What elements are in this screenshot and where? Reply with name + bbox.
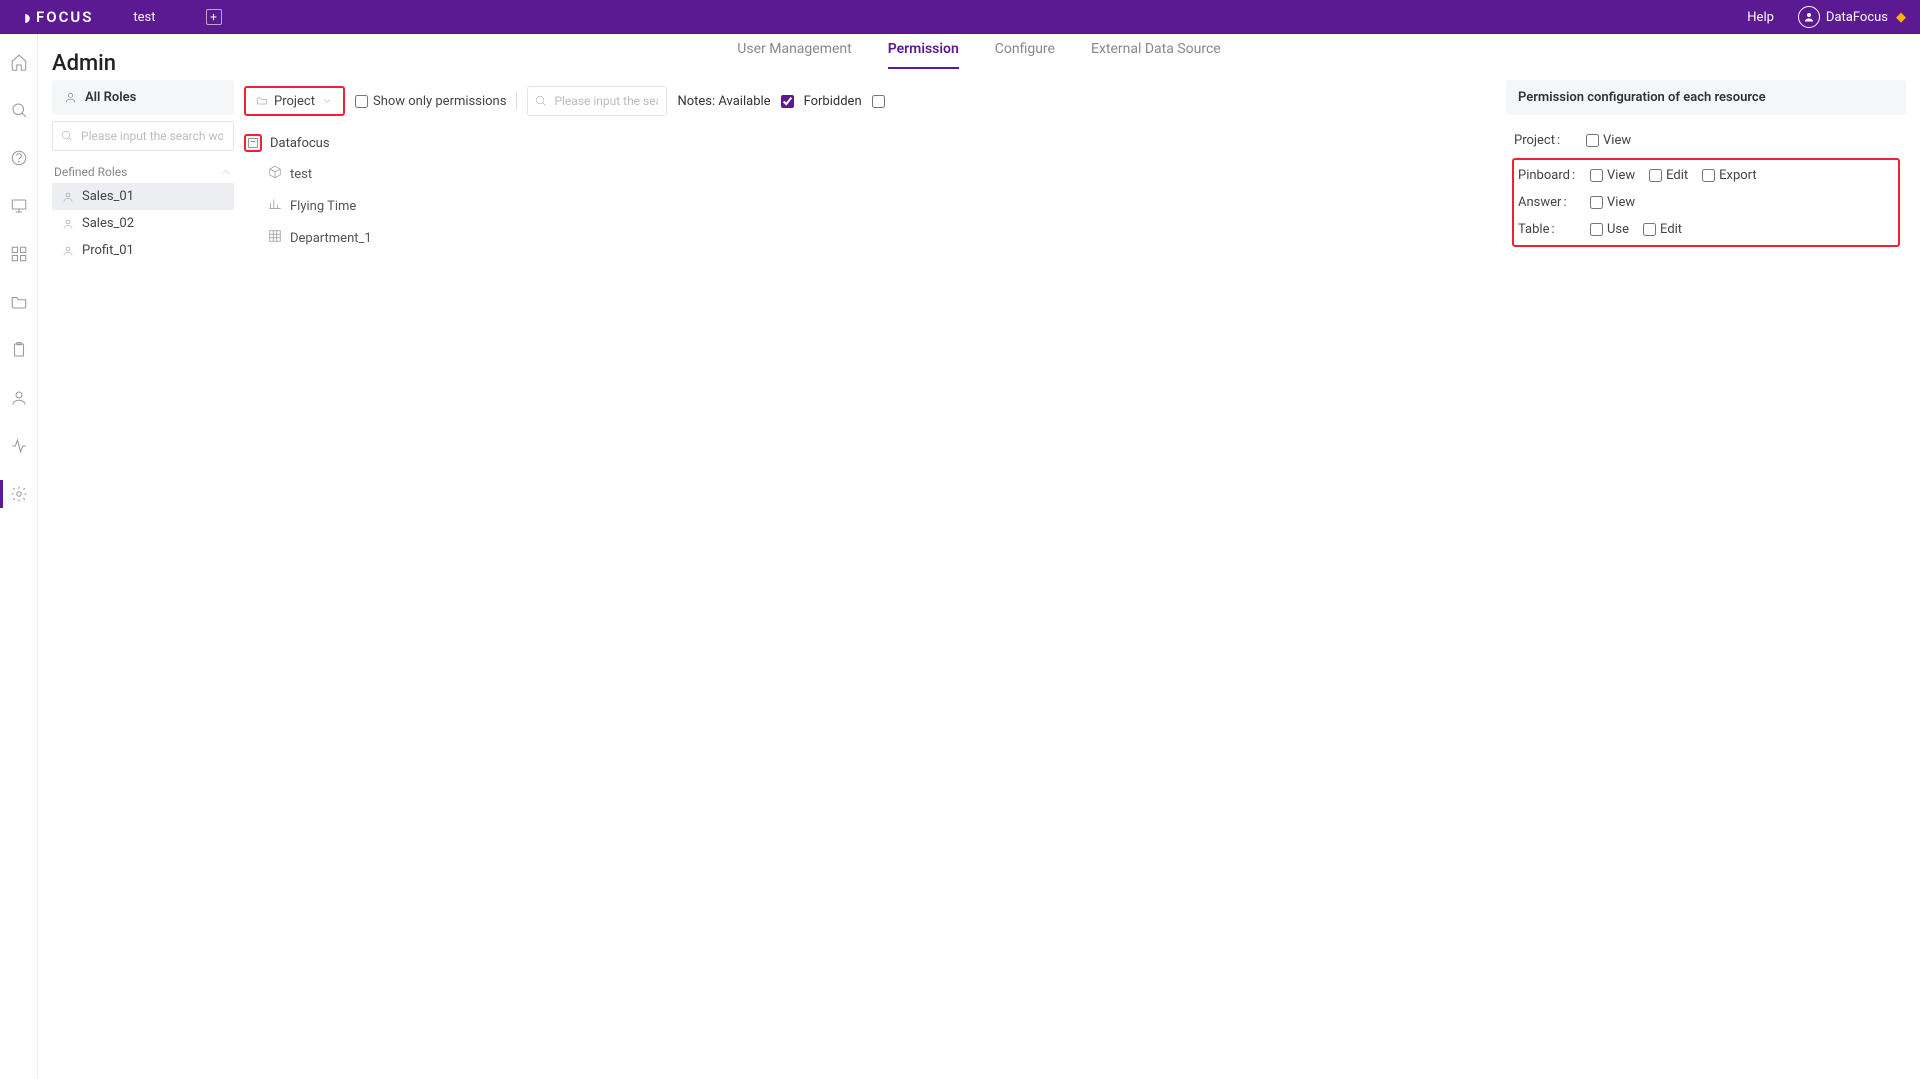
tree-search [527, 86, 667, 116]
tree-item[interactable]: test [244, 158, 1506, 190]
main-area: Admin User Management Permission Configure… [38, 34, 1920, 1079]
available-legend-checkbox [781, 95, 794, 108]
perm-row-project: Project View [1512, 127, 1900, 154]
perm-label: Answer [1518, 195, 1576, 210]
permission-column: Permission configuration of each resourc… [1506, 80, 1906, 264]
tree-item[interactable]: Department_1 [244, 222, 1506, 254]
rail-folder-icon[interactable] [9, 292, 29, 312]
notes-label: Notes: Available [677, 94, 770, 109]
perm-opt-view[interactable]: View [1590, 168, 1635, 183]
role-item[interactable]: Sales_01 [52, 183, 234, 210]
chevron-down-icon [321, 95, 333, 107]
perm-opt-edit[interactable]: Edit [1643, 222, 1682, 237]
tab-permission[interactable]: Permission [888, 41, 959, 69]
search-icon [534, 94, 547, 107]
rail-help-icon[interactable] [9, 148, 29, 168]
logo: FOCUS [14, 8, 93, 26]
folder-icon [256, 95, 268, 107]
page-title: Admin [52, 51, 116, 76]
role-item[interactable]: Profit_01 [52, 237, 234, 264]
perm-row-table: Table Use Edit [1516, 216, 1896, 243]
project-dropdown[interactable]: Project [244, 86, 345, 116]
left-rail [0, 34, 38, 1079]
add-tab-button[interactable]: + [206, 9, 222, 25]
rail-settings-icon[interactable] [9, 484, 29, 504]
collapse-toggle[interactable]: − [244, 134, 262, 152]
perm-label: Table [1518, 222, 1576, 237]
perm-label: Project [1514, 133, 1572, 148]
grid-icon [268, 229, 282, 247]
rail-activity-icon[interactable] [9, 436, 29, 456]
role-item[interactable]: Sales_02 [52, 210, 234, 237]
perm-opt-view[interactable]: View [1586, 133, 1631, 148]
show-only-permissions-checkbox[interactable]: Show only permissions [355, 94, 506, 109]
perm-opt-use[interactable]: Use [1590, 222, 1629, 237]
roles-search [52, 121, 234, 151]
forbidden-label: Forbidden [804, 94, 862, 109]
perm-opt-view[interactable]: View [1590, 195, 1635, 210]
rail-grid-icon[interactable] [9, 244, 29, 264]
tree-root-node[interactable]: − Datafocus [244, 128, 1506, 158]
rail-clipboard-icon[interactable] [9, 340, 29, 360]
tree-item[interactable]: Flying Time [244, 190, 1506, 222]
tab-user-management[interactable]: User Management [737, 41, 851, 69]
roles-group-header[interactable]: Defined Roles [52, 161, 234, 183]
resource-tree-column: Project Show only permissions Notes: Ava… [234, 80, 1506, 264]
rail-search-icon[interactable] [9, 100, 29, 120]
logo-text: FOCUS [36, 8, 93, 26]
username-label: DataFocus [1826, 10, 1888, 25]
rail-home-icon[interactable] [9, 52, 29, 72]
tab-configure[interactable]: Configure [995, 41, 1055, 69]
crown-icon: ◆ [1896, 10, 1906, 25]
roles-search-input[interactable] [52, 121, 234, 151]
cube-icon [268, 165, 282, 183]
tree-toolbar: Project Show only permissions Notes: Ava… [244, 80, 1506, 122]
perm-label: Pinboard [1518, 168, 1576, 183]
logo-icon [14, 8, 32, 26]
tree-search-input[interactable] [527, 86, 667, 116]
window-tab[interactable]: test [133, 10, 155, 25]
sub-nav: User Management Permission Configure Extern… [737, 34, 1220, 76]
rail-user-icon[interactable] [9, 388, 29, 408]
forbidden-legend-checkbox [872, 95, 885, 108]
help-link[interactable]: Help [1747, 10, 1774, 25]
top-bar: FOCUS test + Help DataFocus ◆ [0, 0, 1920, 34]
perm-row-pinboard: Pinboard View Edit Export [1516, 162, 1896, 189]
avatar-icon [1798, 6, 1820, 28]
tab-external-data-source[interactable]: External Data Source [1091, 41, 1221, 69]
chevron-up-icon [220, 166, 232, 178]
roles-header: All Roles [52, 80, 234, 115]
perm-opt-export[interactable]: Export [1702, 168, 1757, 183]
rail-present-icon[interactable] [9, 196, 29, 216]
user-menu[interactable]: DataFocus ◆ [1798, 6, 1906, 28]
roles-column: All Roles Defined Roles Sales_01Sales_02… [52, 80, 234, 264]
perm-opt-edit[interactable]: Edit [1649, 168, 1688, 183]
resource-tree: − Datafocus testFlying TimeDepartment_1 [244, 128, 1506, 254]
divider [516, 92, 517, 110]
chart-icon [268, 197, 282, 215]
perm-row-answer: Answer View [1516, 189, 1896, 216]
search-icon [60, 129, 73, 142]
permission-header: Permission configuration of each resourc… [1506, 80, 1906, 115]
